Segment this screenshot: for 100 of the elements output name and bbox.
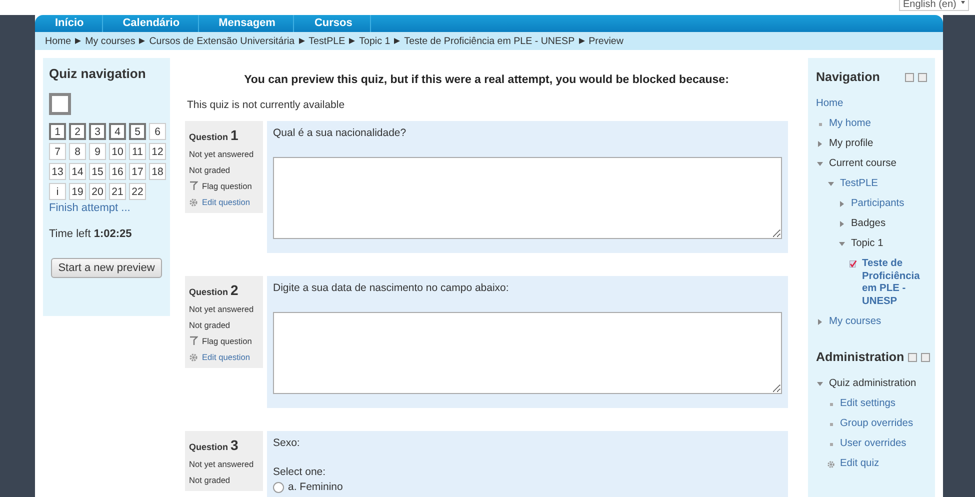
nav-item[interactable]: Teste de Proficiência em PLE - UNESP bbox=[862, 258, 927, 308]
nav-item[interactable]: Home bbox=[816, 98, 844, 110]
bullet-icon bbox=[827, 400, 835, 408]
time-left-text: Time left 1:02:25 bbox=[49, 228, 133, 240]
expanded-arrow-icon[interactable] bbox=[816, 160, 824, 168]
question-number-button[interactable]: 3 bbox=[89, 123, 106, 140]
settings-icon bbox=[827, 460, 835, 468]
separator-icon bbox=[139, 38, 146, 44]
block-title: Navigation bbox=[816, 70, 880, 84]
nav-item[interactable]: User overrides bbox=[840, 438, 906, 450]
question-number-button[interactable]: 22 bbox=[129, 183, 146, 200]
question-number-button[interactable]: 5 bbox=[129, 123, 146, 140]
question-number-button[interactable]: i bbox=[49, 183, 66, 200]
nav-item[interactable]: Edit quiz bbox=[840, 458, 880, 470]
finish-attempt-link[interactable]: Finish attempt ... bbox=[49, 202, 164, 214]
answer-box[interactable] bbox=[273, 312, 782, 394]
status-text: Not yet answered bbox=[189, 459, 255, 469]
breadcrumb-link[interactable]: Cursos de Extensão Universitária bbox=[149, 36, 295, 46]
flag-question-link[interactable]: Flag question bbox=[202, 336, 252, 346]
edit-question-link[interactable]: Edit question bbox=[202, 197, 250, 207]
separator-icon bbox=[349, 38, 356, 44]
nav-item[interactable]: Topic 1 bbox=[851, 238, 884, 250]
breadcrumb-link[interactable]: Home bbox=[45, 36, 72, 46]
preview-notice-heading: You can preview this quiz, but if this were a real attempt, you would be blocked because: bbox=[243, 74, 730, 86]
question-number-button[interactable]: 20 bbox=[89, 183, 106, 200]
expanded-arrow-icon[interactable] bbox=[838, 240, 846, 248]
start-preview-button[interactable]: Start a new preview bbox=[51, 258, 162, 278]
nav-item[interactable]: Participants bbox=[851, 198, 904, 210]
question-prompt: Qual é a sua nacionalidade? bbox=[273, 127, 406, 139]
collapsed-arrow-icon[interactable] bbox=[838, 200, 846, 208]
nav-item[interactable]: TestPLE bbox=[840, 178, 878, 190]
collapsed-arrow-icon[interactable] bbox=[816, 318, 824, 326]
breadcrumb-link[interactable]: Teste de Proficiência em PLE - UNESP bbox=[404, 36, 575, 46]
breadcrumb-link[interactable]: Topic 1 bbox=[359, 36, 390, 46]
collapsed-arrow-icon[interactable] bbox=[838, 220, 846, 228]
expanded-arrow-icon[interactable] bbox=[827, 180, 835, 188]
question-number-button[interactable]: 17 bbox=[129, 163, 146, 180]
question-number-button[interactable]: 12 bbox=[149, 143, 166, 160]
separator-icon bbox=[578, 38, 585, 44]
select-one-label: Select one: bbox=[273, 466, 327, 478]
user-picture-frame bbox=[49, 93, 71, 115]
status-text: Not yet answered bbox=[189, 304, 255, 314]
question-number-button[interactable]: 11 bbox=[129, 143, 146, 160]
flag-icon bbox=[189, 181, 198, 191]
bullet-icon bbox=[816, 120, 824, 128]
question-number-button[interactable]: 2 bbox=[69, 123, 86, 140]
notice-text: This quiz is not currently available bbox=[187, 99, 346, 111]
nav-item[interactable]: My profile bbox=[829, 138, 874, 150]
breadcrumb-link[interactable]: TestPLE bbox=[308, 36, 346, 46]
question-number-button[interactable]: 9 bbox=[89, 143, 106, 160]
flag-question-link[interactable]: Flag question bbox=[202, 181, 252, 191]
question-number-button[interactable]: 16 bbox=[109, 163, 126, 180]
block-title: Quiz navigation bbox=[49, 66, 147, 81]
separator-icon bbox=[75, 38, 82, 44]
question-prompt: Sexo: bbox=[273, 437, 300, 449]
edit-question-link[interactable]: Edit question bbox=[202, 352, 250, 362]
question-number-button[interactable]: 19 bbox=[69, 183, 86, 200]
question-number-button[interactable]: 7 bbox=[49, 143, 66, 160]
nav-item[interactable]: Edit settings bbox=[840, 398, 896, 410]
nav-item[interactable]: Group overrides bbox=[840, 418, 914, 430]
dock-icon[interactable] bbox=[921, 352, 930, 362]
grade-text: Not graded bbox=[189, 475, 232, 485]
answer-box[interactable] bbox=[273, 157, 782, 239]
separator-icon bbox=[394, 38, 400, 44]
caret-icon bbox=[961, 1, 965, 6]
question-prompt: Digite a sua data de nascimento no campo abaixo: bbox=[273, 282, 509, 294]
minimize-icon[interactable] bbox=[905, 72, 914, 82]
question-number-button[interactable]: 18 bbox=[149, 163, 166, 180]
settings-icon bbox=[189, 198, 198, 206]
bullet-icon bbox=[827, 440, 835, 448]
collapsed-arrow-icon[interactable] bbox=[816, 140, 824, 148]
dock-icon[interactable] bbox=[918, 72, 927, 82]
question-number-button[interactable]: 21 bbox=[109, 183, 126, 200]
expanded-arrow-icon[interactable] bbox=[816, 380, 824, 388]
grade-text: Not graded bbox=[189, 320, 232, 330]
question-number: Question 1 bbox=[189, 127, 240, 143]
flag-icon bbox=[189, 336, 198, 346]
question-number-button[interactable]: 14 bbox=[69, 163, 86, 180]
question-number-button[interactable]: 1 bbox=[49, 123, 66, 140]
question-number-button[interactable]: 13 bbox=[49, 163, 66, 180]
question-number-button[interactable]: 15 bbox=[89, 163, 106, 180]
radio-button[interactable] bbox=[273, 482, 284, 492]
minimize-icon[interactable] bbox=[908, 352, 918, 362]
nav-item[interactable]: My courses bbox=[829, 316, 882, 328]
nav-item[interactable]: Quiz administration bbox=[829, 378, 916, 390]
language-select[interactable]: English (en) bbox=[899, 0, 969, 11]
question-number-button[interactable]: 4 bbox=[109, 123, 126, 140]
nav-item[interactable]: Badges bbox=[851, 218, 886, 230]
option-label: a. Feminino bbox=[288, 481, 343, 493]
question-number: Question 3 bbox=[189, 437, 240, 453]
question-number: Question 2 bbox=[189, 282, 240, 298]
block-title: Administration bbox=[816, 350, 904, 364]
breadcrumb-link[interactable]: Preview bbox=[588, 36, 624, 46]
question-number-button[interactable]: 6 bbox=[149, 123, 166, 140]
nav-item[interactable]: My home bbox=[829, 118, 871, 130]
question-number-button[interactable]: 8 bbox=[69, 143, 86, 160]
nav-item[interactable]: Current course bbox=[829, 158, 896, 170]
breadcrumb-link[interactable]: My courses bbox=[85, 36, 136, 46]
bullet-icon bbox=[827, 420, 835, 428]
question-number-button[interactable]: 10 bbox=[109, 143, 126, 160]
